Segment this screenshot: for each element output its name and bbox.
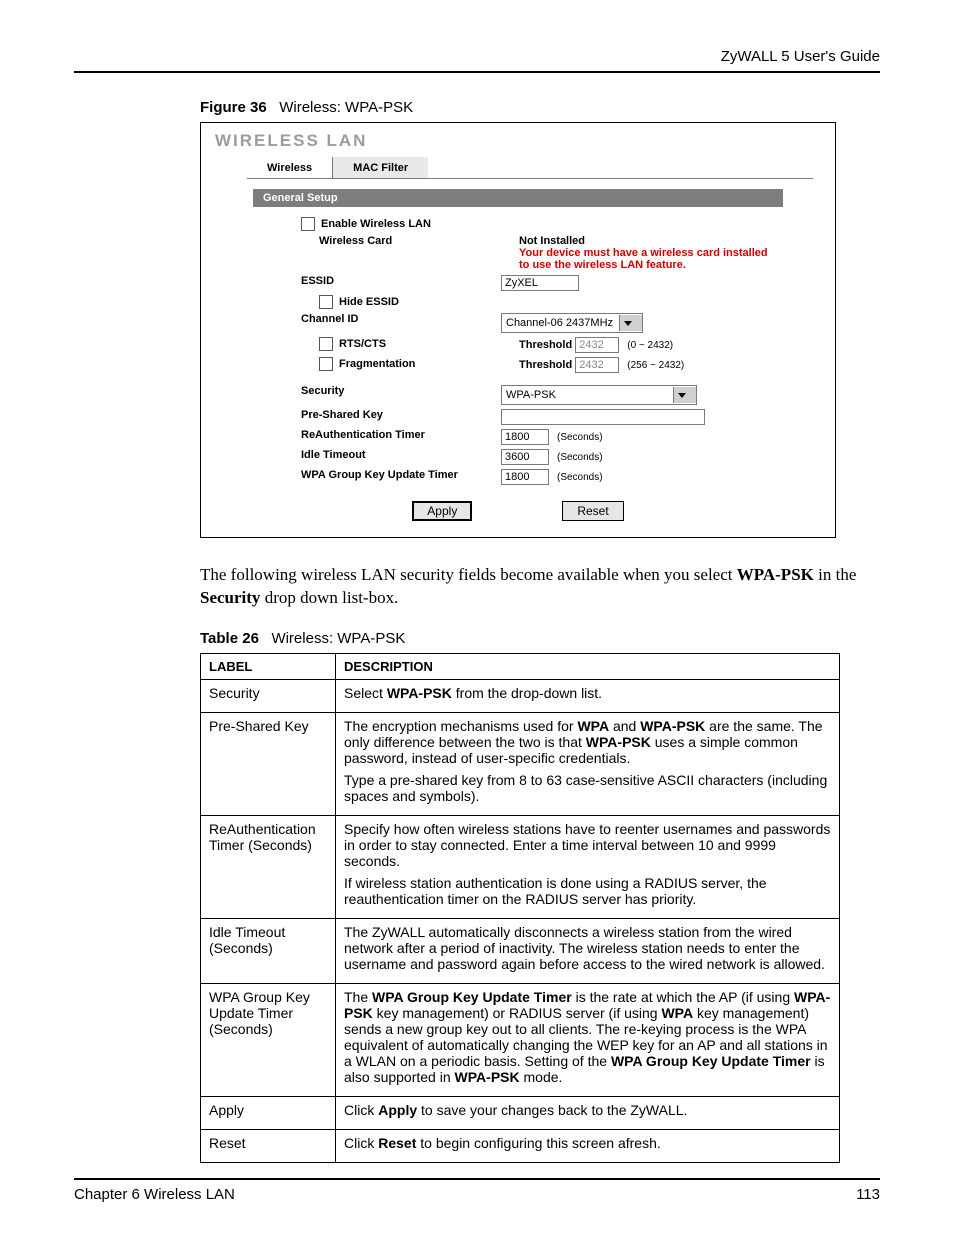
head-rule — [74, 71, 880, 73]
table-row: Idle Timeout (Seconds)The ZyWALL automat… — [201, 918, 840, 983]
table-caption: Table 26 Wireless: WPA-PSK — [200, 630, 880, 647]
tab-strip: Wireless MAC Filter — [247, 157, 813, 179]
group-key-unit: (Seconds) — [557, 472, 603, 483]
fragmentation-checkbox[interactable] — [319, 357, 333, 371]
tab-mac-filter[interactable]: MAC Filter — [333, 157, 428, 178]
reset-button[interactable]: Reset — [562, 501, 623, 521]
table-row: WPA Group Key Update Timer (Seconds)The … — [201, 983, 840, 1096]
tab-wireless[interactable]: Wireless — [247, 157, 333, 178]
description-table: LABEL DESCRIPTION SecuritySelect WPA-PSK… — [200, 653, 840, 1163]
essid-input[interactable] — [501, 275, 579, 291]
psk-input[interactable] — [501, 409, 705, 425]
reauth-label: ReAuthentication Timer — [283, 429, 501, 441]
psk-label: Pre-Shared Key — [283, 409, 501, 421]
frag-threshold-label: Threshold — [519, 359, 572, 371]
row-label: WPA Group Key Update Timer (Seconds) — [201, 983, 336, 1096]
enable-wireless-label: Enable Wireless LAN — [321, 218, 431, 230]
table-row: ReAuthentication Timer (Seconds)Specify … — [201, 815, 840, 918]
row-description: The ZyWALL automatically disconnects a w… — [336, 918, 840, 983]
figure-title: Wireless: WPA-PSK — [279, 99, 413, 116]
security-select[interactable]: WPA-PSK — [501, 385, 697, 405]
rts-range: (0 ~ 2432) — [627, 340, 673, 351]
fragmentation-label: Fragmentation — [339, 358, 415, 370]
idle-label: Idle Timeout — [283, 449, 501, 461]
table-row: SecuritySelect WPA-PSK from the drop-dow… — [201, 679, 840, 712]
rtscts-label: RTS/CTS — [339, 338, 386, 350]
row-label: Pre-Shared Key — [201, 712, 336, 815]
footer-chapter: Chapter 6 Wireless LAN — [74, 1186, 235, 1203]
section-general-setup: General Setup — [253, 189, 783, 207]
page-footer: Chapter 6 Wireless LAN 113 — [74, 1178, 880, 1203]
apply-button[interactable]: Apply — [412, 501, 472, 521]
row-description: Select WPA-PSK from the drop-down list. — [336, 679, 840, 712]
screenshot-panel: WIRELESS LAN Wireless MAC Filter General… — [200, 122, 836, 538]
idle-input[interactable] — [501, 449, 549, 465]
frag-range: (256 ~ 2432) — [627, 360, 684, 371]
channel-id-value: Channel-06 2437MHz — [506, 317, 619, 329]
col-description: DESCRIPTION — [336, 653, 840, 679]
row-description: The encryption mechanisms used for WPA a… — [336, 712, 840, 815]
table-title: Wireless: WPA-PSK — [271, 630, 405, 647]
figure-number: Figure 36 — [200, 99, 267, 116]
reauth-unit: (Seconds) — [557, 432, 603, 443]
enable-wireless-checkbox[interactable] — [301, 217, 315, 231]
channel-id-label: Channel ID — [283, 313, 501, 325]
row-label: Idle Timeout (Seconds) — [201, 918, 336, 983]
screenshot-title: WIRELESS LAN — [215, 131, 821, 151]
chevron-down-icon — [673, 387, 696, 403]
table-row: ResetClick Reset to begin configuring th… — [201, 1129, 840, 1162]
rts-threshold-label: Threshold — [519, 339, 572, 351]
wireless-card-warning: Your device must have a wireless card in… — [519, 247, 777, 271]
row-description: Specify how often wireless stations have… — [336, 815, 840, 918]
security-value: WPA-PSK — [506, 389, 562, 401]
frag-threshold-input[interactable] — [575, 357, 619, 373]
col-label: LABEL — [201, 653, 336, 679]
rts-threshold-input[interactable] — [575, 337, 619, 353]
hide-essid-checkbox[interactable] — [319, 295, 333, 309]
row-description: Click Apply to save your changes back to… — [336, 1096, 840, 1129]
row-description: The WPA Group Key Update Timer is the ra… — [336, 983, 840, 1096]
idle-unit: (Seconds) — [557, 452, 603, 463]
wireless-card-label: Wireless Card — [319, 235, 392, 247]
table-row: Pre-Shared KeyThe encryption mechanisms … — [201, 712, 840, 815]
wireless-card-status: Not Installed — [519, 235, 777, 247]
hide-essid-label: Hide ESSID — [339, 296, 399, 308]
row-label: Apply — [201, 1096, 336, 1129]
rtscts-checkbox[interactable] — [319, 337, 333, 351]
group-key-input[interactable] — [501, 469, 549, 485]
channel-id-select[interactable]: Channel-06 2437MHz — [501, 313, 643, 333]
figure-caption: Figure 36 Wireless: WPA-PSK — [200, 99, 880, 116]
reauth-input[interactable] — [501, 429, 549, 445]
form-area: Enable Wireless LAN Wireless Card Not In… — [283, 217, 777, 485]
row-label: ReAuthentication Timer (Seconds) — [201, 815, 336, 918]
security-label: Security — [283, 385, 501, 397]
running-head: ZyWALL 5 User's Guide — [74, 48, 880, 65]
row-description: Click Reset to begin configuring this sc… — [336, 1129, 840, 1162]
table-number: Table 26 — [200, 630, 259, 647]
row-label: Security — [201, 679, 336, 712]
footer-page-number: 113 — [856, 1186, 880, 1203]
table-row: ApplyClick Apply to save your changes ba… — [201, 1096, 840, 1129]
essid-label: ESSID — [283, 275, 501, 287]
group-key-label: WPA Group Key Update Timer — [283, 469, 501, 481]
body-paragraph: The following wireless LAN security fiel… — [200, 564, 870, 610]
chevron-down-icon — [619, 315, 642, 331]
row-label: Reset — [201, 1129, 336, 1162]
